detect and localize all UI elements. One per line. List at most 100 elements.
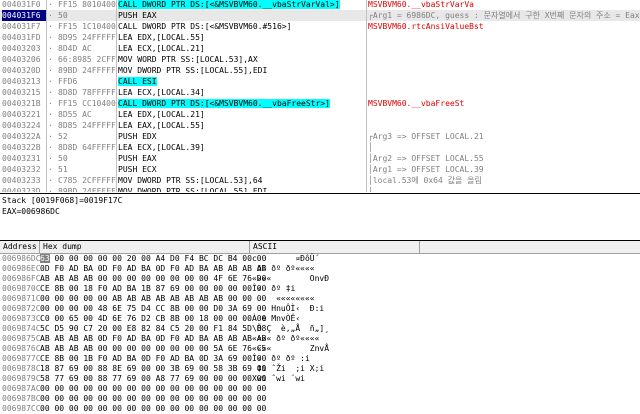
dump-ascii bbox=[252, 384, 412, 394]
dump-row[interactable]: 0069877C CE 8B 00 1B F0 AD BA 0D F0 AD BA… bbox=[0, 354, 640, 364]
disasm-row[interactable]: 0040322B · 8D8D 64FFFFF LEA ECX,[LOCAL.39] │ bbox=[0, 142, 640, 153]
disasm-address: 004031F0 bbox=[2, 0, 41, 9]
dump-row[interactable]: 0069870C CE 8B 00 18 F0 AD BA 1B 87 69 00… bbox=[0, 284, 640, 294]
disasm-instruction-text: CALL DWORD PTR DS:[<&MSVBVM60.__vbaFreeS… bbox=[118, 99, 330, 108]
dump-address: 0069879C bbox=[2, 374, 41, 383]
dump-hex-bytes: 00 00 00 00 00 AB AB AB AB AB AB AB AB 0… bbox=[40, 294, 266, 304]
disasm-address: 00403231 bbox=[2, 154, 41, 163]
dump-row[interactable]: 0069878C 18 87 69 00 88 8E 69 00 00 3B 69… bbox=[0, 364, 640, 374]
disasm-row[interactable]: 004031F0 · FF15 8010400 CALL DWORD PTR DS:[… bbox=[0, 0, 640, 10]
disasm-address: 0040320D bbox=[2, 66, 41, 75]
dump-address: 0069876C bbox=[2, 344, 41, 353]
dump-hex-text: 00 00 00 00 00 00 00 00 00 00 00 00 00 0… bbox=[40, 394, 267, 403]
ascii-column-header[interactable]: ASCII bbox=[250, 241, 420, 253]
dump-hex-bytes: AB AB AB AB 0D F0 AD BA 0D F0 AD BA AB A… bbox=[40, 334, 266, 344]
dump-ascii: «««« ð­º ð­º«««« bbox=[252, 334, 320, 343]
dump-hex-bytes: 18 87 69 00 88 8E 69 00 00 3B 69 00 58 3… bbox=[40, 364, 266, 374]
disasm-row[interactable]: 004031F7 · FF15 1C10400 CALL DWORD PTR DS:[… bbox=[0, 21, 640, 32]
disasm-bytes: 8D8D 78FFFFF bbox=[58, 88, 116, 97]
dump-row[interactable]: 006987BC 00 00 00 00 00 00 00 00 00 00 00… bbox=[0, 394, 640, 404]
disasm-marker: · bbox=[48, 11, 53, 20]
disasm-address: 00403206 bbox=[2, 55, 41, 64]
disasm-instruction: LEA ECX,[LOCAL.39] bbox=[118, 142, 364, 153]
disasm-row[interactable]: 004031F6 · 50 PUSH EAX ┌Arg1 = 6986DC, guess… bbox=[0, 10, 640, 21]
disasm-bytes: 50 bbox=[58, 154, 68, 163]
disasm-comment: ┌Arg3 => OFFSET LOCAL.21 bbox=[368, 132, 484, 141]
disasm-row[interactable]: 00403213 · FFD6 CALL ESI bbox=[0, 76, 640, 87]
disasm-row[interactable]: 00403215 · 8D8D 78FFFFF LEA ECX,[LOCAL.34] bbox=[0, 87, 640, 98]
disasm-marker: · bbox=[48, 176, 53, 185]
disasm-bytes: 51 bbox=[58, 165, 68, 174]
disasm-marker: · bbox=[48, 165, 53, 174]
dump-hex-text: 58 77 69 00 88 77 69 00 A8 77 69 00 00 0… bbox=[40, 374, 267, 383]
dump-address: 0069878C bbox=[2, 364, 41, 373]
dump-address: 0069877C bbox=[2, 354, 41, 363]
dump-hex-text: 18 87 69 00 88 8E 69 00 00 3B 69 00 58 3… bbox=[40, 364, 267, 373]
dump-row[interactable]: 006986DC 63 00 00 00 00 00 20 00 A4 D0 F4… bbox=[0, 254, 640, 264]
disasm-bytes: FFD6 bbox=[58, 77, 78, 86]
dump-hex-text: 00 00 00 00 00 20 00 A4 D0 F4 BC DC B4 0… bbox=[49, 254, 267, 263]
disasm-row[interactable]: 004031FD · 8D95 24FFFFF LEA EDX,[LOCAL.55] bbox=[0, 32, 640, 43]
disasm-row[interactable]: 00403224 · 8D85 24FFFFF LEA EAX,[LOCAL.55] bbox=[0, 120, 640, 131]
dump-row[interactable]: 0069871C 00 00 00 00 00 AB AB AB AB AB AB… bbox=[0, 294, 640, 304]
dump-address: 006986FC bbox=[2, 274, 41, 283]
disasm-marker: · bbox=[48, 121, 53, 130]
disasm-row[interactable]: 00403233 · C785 2CFFFFF MOV DWORD PTR SS:[L… bbox=[0, 175, 640, 186]
hex-column-header[interactable]: Hex dump bbox=[40, 241, 250, 253]
disasm-bytes: C785 2CFFFFF bbox=[58, 176, 116, 185]
disasm-bytes: 8D55 AC bbox=[58, 110, 92, 119]
disasm-bytes: 50 bbox=[58, 11, 68, 20]
disasm-marker: · bbox=[48, 154, 53, 163]
info-line-stack: Stack [0019F068]=0019F17C bbox=[2, 196, 123, 205]
disasm-instruction: MOV DWORD PTR SS:[LOCAL.55],EDI bbox=[118, 65, 364, 76]
disasm-instruction-text: PUSH EAX bbox=[118, 154, 157, 163]
dump-row[interactable]: 0069872C 00 00 00 00 48 6E 75 D4 CC 8B 00… bbox=[0, 304, 640, 314]
disasm-instruction: LEA ECX,[LOCAL.34] bbox=[118, 87, 364, 98]
disasm-instruction-text: LEA ECX,[LOCAL.39] bbox=[118, 143, 205, 152]
disasm-row[interactable]: 0040322A · 52 PUSH EDX ┌Arg3 => OFFSET LOCAL… bbox=[0, 131, 640, 142]
disasm-instruction-text: PUSH ECX bbox=[118, 165, 157, 174]
dump-address: 0069875C bbox=[2, 334, 41, 343]
disasm-row[interactable]: 00403232 · 51 PUSH ECX │Arg1 => OFFSET LOCAL… bbox=[0, 164, 640, 175]
dump-hex-text: AB AB AB AB 0D F0 AD BA 0D F0 AD BA AB A… bbox=[40, 334, 267, 343]
dump-row[interactable]: 0069873C C0 00 65 00 4D 6E 76 D2 CB 8B 00… bbox=[0, 314, 640, 324]
disasm-address: 00403233 bbox=[2, 176, 41, 185]
disasm-address: 00403221 bbox=[2, 110, 41, 119]
disassembly-pane[interactable]: 004031F0 · FF15 8010400 CALL DWORD PTR DS:[… bbox=[0, 0, 640, 192]
disasm-comment: MSVBVM60.__vbaFreeSt bbox=[368, 99, 465, 108]
dump-row[interactable]: 006987CC 00 00 00 00 00 00 00 00 00 00 00… bbox=[0, 404, 640, 414]
dump-row[interactable]: 006986EC 0D F0 AD BA 0D F0 AD BA 0D F0 AD… bbox=[0, 264, 640, 274]
dump-row[interactable]: 006987AC 00 00 00 00 00 00 00 00 00 00 00… bbox=[0, 384, 640, 394]
disasm-marker: · bbox=[48, 44, 53, 53]
disasm-marker: · bbox=[48, 66, 53, 75]
dump-row[interactable]: 0069875C AB AB AB AB 0D F0 AD BA 0D F0 AD… bbox=[0, 334, 640, 344]
address-column-header[interactable]: Address bbox=[0, 241, 40, 253]
dump-ascii: «««« ZnvÅ bbox=[252, 344, 330, 353]
disasm-row[interactable]: 0040321B · FF15 CC10400 CALL DWORD PTR DS:[… bbox=[0, 98, 640, 109]
disasm-row[interactable]: 0040323D · 89BD 24FFFFF MOV DWORD PTR SS:[L… bbox=[0, 186, 640, 192]
disasm-row[interactable]: 00403206 · 66:8985 2CFF MOV WORD PTR SS:[LO… bbox=[0, 54, 640, 65]
hex-dump-pane[interactable]: Address Hex dump ASCII 006986DC 63 00 00 … bbox=[0, 240, 640, 414]
disasm-instruction-text: MOV DWORD PTR SS:[LOCAL.53],64 bbox=[118, 176, 263, 185]
dump-ascii: ð­º ð­º ð­º«««« bbox=[252, 264, 315, 273]
disasm-address: 00403203 bbox=[2, 44, 41, 53]
disasm-row[interactable]: 00403221 · 8D55 AC LEA EDX,[LOCAL.21] bbox=[0, 109, 640, 120]
dump-row[interactable]: 006986FC AB AB AB AB 00 00 00 00 00 00 00… bbox=[0, 274, 640, 284]
dump-address: 0069872C bbox=[2, 304, 41, 313]
disasm-instruction-text: MOV DWORD PTR SS:[LOCAL.55],EDI bbox=[118, 187, 268, 192]
disasm-instruction-text: PUSH EAX bbox=[118, 11, 157, 20]
dump-row[interactable]: 0069876C AB AB AB AB 00 00 00 00 00 00 00… bbox=[0, 344, 640, 354]
disasm-marker: · bbox=[48, 88, 53, 97]
dump-ascii: HnuÔÌ‹ Ð:i bbox=[252, 304, 330, 313]
dump-row[interactable]: 0069879C 58 77 69 00 88 77 69 00 A8 77 69… bbox=[0, 374, 640, 384]
disasm-instruction-text: PUSH EDX bbox=[118, 132, 157, 141]
dump-hex-bytes: 5C D5 90 C7 20 00 E8 82 84 C5 20 00 F1 8… bbox=[40, 324, 266, 334]
disasm-row[interactable]: 0040320D · 89BD 24FFFFF MOV DWORD PTR SS:[L… bbox=[0, 65, 640, 76]
disasm-instruction: LEA EDX,[LOCAL.21] bbox=[118, 109, 364, 120]
disasm-row[interactable]: 00403203 · 8D4D AC LEA ECX,[LOCAL.21] bbox=[0, 43, 640, 54]
disasm-row[interactable]: 00403231 · 50 PUSH EAX │Arg2 => OFFSET LOCAL… bbox=[0, 153, 640, 164]
dump-row[interactable]: 0069874C 5C D5 90 C7 20 00 E8 82 84 C5 20… bbox=[0, 324, 640, 334]
disasm-address: 00403232 bbox=[2, 165, 41, 174]
disasm-address: 004031F6 bbox=[2, 10, 46, 21]
column-separator bbox=[366, 0, 367, 192]
